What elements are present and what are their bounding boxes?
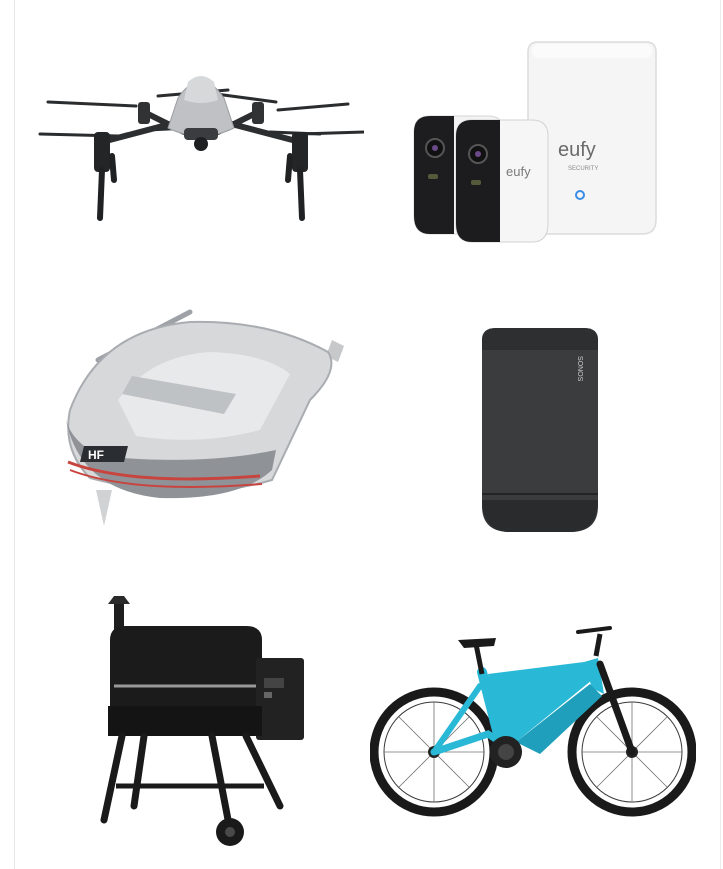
- security-camera-kit-image: eufy SECURITY eufy: [408, 40, 666, 246]
- eufy-logo-camera: eufy: [506, 164, 531, 179]
- product-name-grill: pellet grill: [0, 0, 1, 1]
- hf-logo: HF: [88, 448, 104, 462]
- electric-mountain-bike-image: [370, 624, 696, 818]
- product-name-boat: inflatable boat: [0, 0, 1, 1]
- product-name-bike: electric mountain bike: [0, 0, 1, 1]
- pellet-grill-image: [96, 596, 310, 850]
- product-name-camera: security camera kit: [0, 0, 1, 1]
- inflatable-boat-image: HF: [40, 290, 352, 536]
- security-text-base: SECURITY: [568, 166, 598, 172]
- drone-image: [38, 62, 364, 224]
- sonos-logo: SONOS: [576, 356, 583, 382]
- eufy-logo-base: eufy: [558, 139, 596, 161]
- product-name-drone: drone: [0, 0, 1, 1]
- product-name-speaker: portable speaker: [0, 0, 1, 1]
- portable-speaker-image: SONOS: [470, 320, 610, 542]
